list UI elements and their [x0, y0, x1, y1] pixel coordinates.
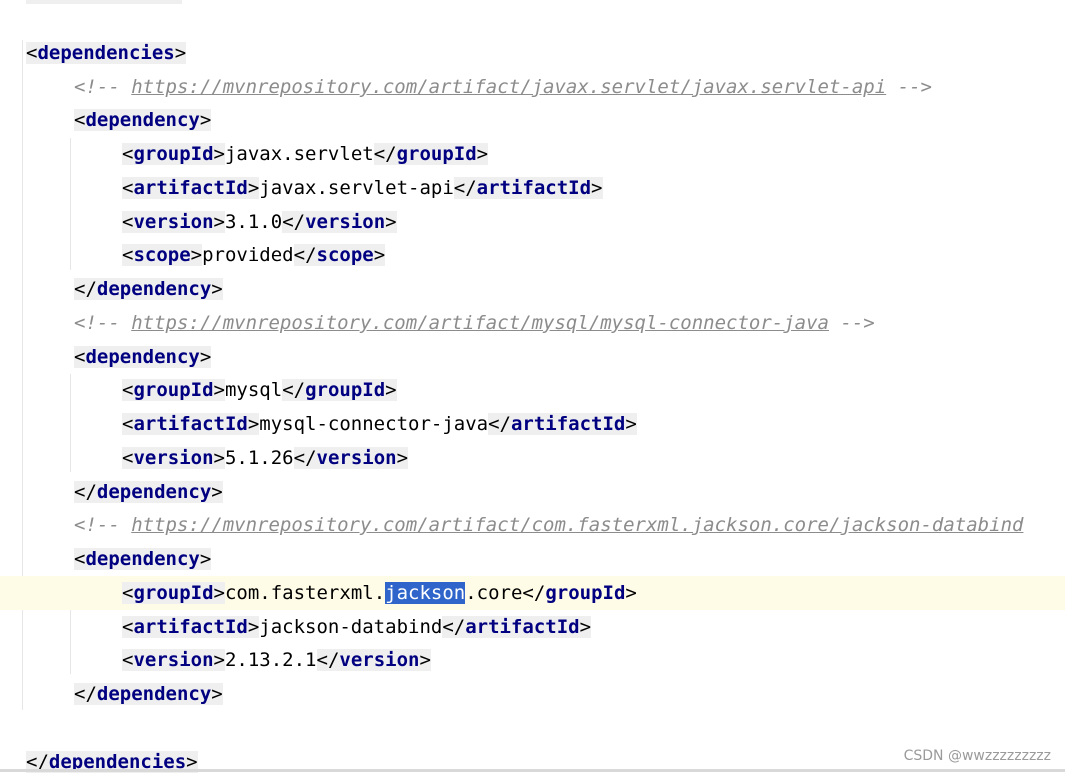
artifact-id-value: javax.servlet-api — [259, 177, 454, 199]
xml-comment: <!-- https://mvnrepository.com/artifact/… — [74, 76, 932, 98]
code-line[interactable]: <artifactId>jackson-databind</artifactId… — [0, 610, 1065, 644]
text-selection[interactable]: jackson — [385, 582, 466, 604]
code-line[interactable]: <groupId>javax.servlet</groupId> — [0, 137, 1065, 171]
scope-value: provided — [202, 244, 294, 266]
code-line[interactable]: </dependency> — [0, 272, 1065, 306]
code-line[interactable]: </dependency> — [0, 677, 1065, 711]
code-line[interactable]: <!-- https://mvnrepository.com/artifact/… — [0, 508, 1065, 542]
code-line[interactable]: <version>5.1.26</version> — [0, 441, 1065, 475]
code-line[interactable]: <groupId>mysql</groupId> — [0, 373, 1065, 407]
xml-tag: <dependencies> — [26, 42, 187, 64]
code-line[interactable]: <scope>provided</scope> — [0, 238, 1065, 272]
editor-tab-edge — [26, 0, 182, 4]
code-line[interactable]: <dependency> — [0, 542, 1065, 576]
code-line[interactable]: <!-- https://mvnrepository.com/artifact/… — [0, 70, 1065, 104]
code-line[interactable]: </dependency> — [0, 475, 1065, 509]
version-value: 2.13.2.1 — [224, 649, 317, 671]
group-id-value: mysql — [224, 379, 283, 401]
watermark: CSDN @wwzzzzzzzzz — [903, 748, 1051, 764]
xml-comment: <!-- https://mvnrepository.com/artifact/… — [74, 514, 1024, 536]
code-line[interactable]: <!-- https://mvnrepository.com/artifact/… — [0, 306, 1065, 340]
code-line[interactable]: <version>2.13.2.1</version> — [0, 643, 1065, 677]
artifact-id-value: jackson-databind — [259, 616, 443, 638]
code-editor[interactable]: <dependencies> <!-- https://mvnrepositor… — [0, 0, 1065, 773]
artifact-id-value: mysql-connector-java — [259, 413, 489, 435]
code-line[interactable]: <artifactId>javax.servlet-api</artifactI… — [0, 171, 1065, 205]
code-line[interactable]: <artifactId>mysql-connector-java</artifa… — [0, 407, 1065, 441]
code-line[interactable]: <version>3.1.0</version> — [0, 205, 1065, 239]
version-value: 5.1.26 — [224, 447, 294, 469]
group-id-value: javax.servlet — [224, 143, 374, 165]
version-value: 3.1.0 — [224, 211, 283, 233]
current-code-line[interactable]: <groupId>com.fasterxml.jackson.core</gro… — [0, 576, 1065, 610]
code-line[interactable]: <dependency> — [0, 103, 1065, 137]
xml-comment: <!-- https://mvnrepository.com/artifact/… — [74, 312, 875, 334]
xml-tag: <dependency> — [74, 109, 212, 131]
code-line[interactable]: <dependency> — [0, 340, 1065, 374]
code-line[interactable]: <dependencies> — [0, 36, 1065, 70]
